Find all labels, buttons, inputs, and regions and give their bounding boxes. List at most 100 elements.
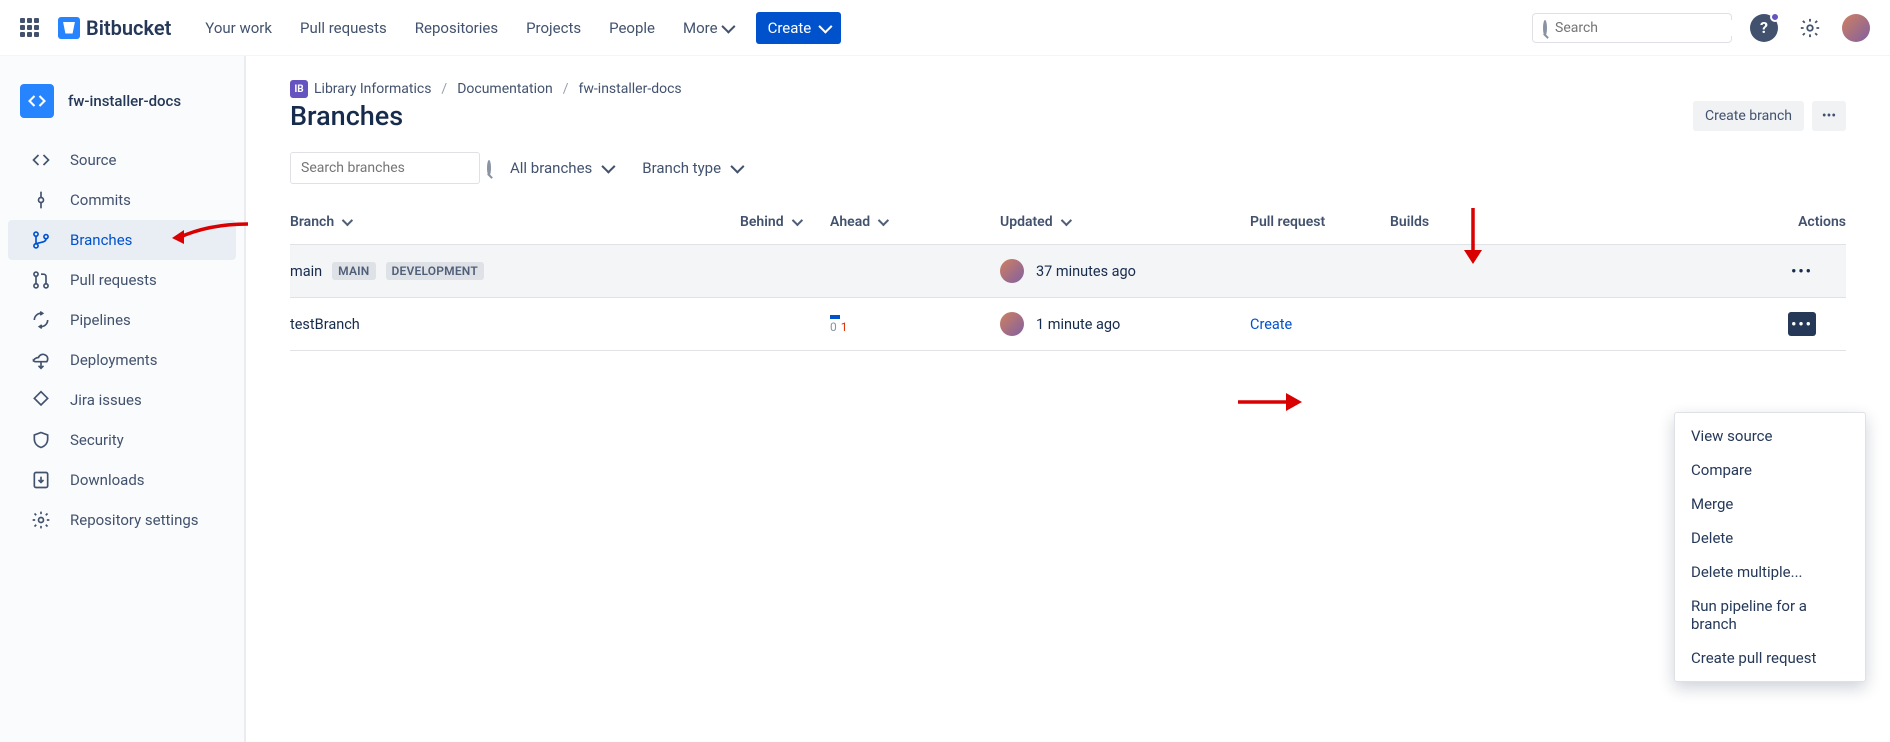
global-search[interactable]: [1532, 13, 1732, 43]
menu-item-view-source[interactable]: View source: [1675, 419, 1865, 453]
sidebar-item-label: Commits: [70, 191, 131, 209]
sidebar-item-label: Repository settings: [70, 511, 199, 529]
avatar[interactable]: [1842, 14, 1870, 42]
menu-item-merge[interactable]: Merge: [1675, 487, 1865, 521]
menu-item-delete[interactable]: Delete: [1675, 521, 1865, 555]
shield-icon: [30, 430, 52, 450]
sidebar-item-download[interactable]: Downloads: [8, 460, 236, 500]
sidebar-item-label: Downloads: [70, 471, 145, 489]
nav-more[interactable]: More: [683, 19, 732, 37]
sidebar-item-label: Deployments: [70, 351, 157, 369]
col-header-ahead[interactable]: Ahead: [830, 214, 1000, 230]
page-actions: Create branch •••: [1693, 101, 1846, 131]
chevron-down-icon: [602, 160, 616, 174]
col-header-behind[interactable]: Behind: [740, 214, 830, 230]
branch-search[interactable]: [290, 152, 480, 184]
sidebar-item-branch[interactable]: Branches: [8, 220, 236, 260]
sidebar-item-shield[interactable]: Security: [8, 420, 236, 460]
sidebar-item-deploy[interactable]: Deployments: [8, 340, 236, 380]
create-branch-button[interactable]: Create branch: [1693, 101, 1804, 131]
help-button[interactable]: ?: [1750, 14, 1778, 42]
sidebar-item-gear[interactable]: Repository settings: [8, 500, 236, 540]
col-label: Builds: [1390, 214, 1429, 230]
create-pull-request-link[interactable]: Create: [1250, 316, 1292, 333]
menu-item-run-pipeline[interactable]: Run pipeline for a branch: [1675, 589, 1865, 641]
breadcrumb-label-2: fw-installer-docs: [579, 81, 682, 97]
menu-item-compare[interactable]: Compare: [1675, 453, 1865, 487]
search-icon: [487, 160, 491, 176]
sidebar-item-code[interactable]: Source: [8, 140, 236, 180]
sidebar-item-label: Pipelines: [70, 311, 131, 329]
filter-type-label: Branch type: [642, 159, 721, 177]
nav-projects[interactable]: Projects: [526, 19, 581, 37]
branch-name[interactable]: testBranch: [290, 316, 360, 333]
gear-icon: [30, 510, 52, 530]
notification-dot-icon: [1770, 12, 1780, 22]
top-right-icons: ?: [1750, 14, 1870, 42]
bitbucket-logo[interactable]: Bitbucket: [58, 16, 171, 40]
branch-name[interactable]: main: [290, 263, 322, 280]
breadcrumb-separator: /: [441, 81, 447, 97]
sidebar-items: Source Commits Branches Pull requests Pipeli…: [0, 138, 244, 542]
nav-more-label: More: [683, 19, 718, 37]
col-header-branch[interactable]: Branch: [290, 214, 740, 230]
filter-all-label: All branches: [510, 159, 592, 177]
breadcrumb: IBLibrary Informatics / Documentation / …: [290, 80, 1846, 98]
create-button-label: Create: [768, 19, 812, 37]
sidebar-item-pull[interactable]: Pull requests: [8, 260, 236, 300]
global-search-input[interactable]: [1555, 20, 1733, 36]
col-label: Pull request: [1250, 214, 1325, 230]
repo-header[interactable]: fw-installer-docs: [0, 74, 244, 138]
ahead-indicator: 01: [830, 315, 848, 334]
breadcrumb-item-2[interactable]: fw-installer-docs: [579, 81, 682, 97]
breadcrumb-separator: /: [563, 81, 569, 97]
breadcrumb-item-0[interactable]: IB Library Informatics: [290, 80, 431, 98]
row-actions-button[interactable]: •••: [1788, 312, 1816, 336]
sidebar-item-commit[interactable]: Commits: [8, 180, 236, 220]
sidebar-item-label: Security: [70, 431, 124, 449]
sidebar: fw-installer-docs Source Commits Branches P…: [0, 56, 246, 742]
chevron-down-icon: [342, 215, 353, 226]
sidebar-item-label: Source: [70, 151, 116, 169]
create-button[interactable]: Create: [756, 12, 842, 44]
col-label: Updated: [1000, 214, 1053, 230]
main-content: IBLibrary Informatics / Documentation / …: [246, 56, 1890, 742]
branches-table: Branch Behind Ahead Updated Pull request…: [290, 204, 1846, 351]
nav-repositories[interactable]: Repositories: [415, 19, 498, 37]
nav-people[interactable]: People: [609, 19, 655, 37]
filter-branch-type[interactable]: Branch type: [642, 159, 741, 177]
menu-item-create-pr[interactable]: Create pull request: [1675, 641, 1865, 675]
filter-all-branches[interactable]: All branches: [510, 159, 612, 177]
sidebar-item-jira[interactable]: Jira issues: [8, 380, 236, 420]
search-icon: [1543, 20, 1547, 36]
col-label: Actions: [1798, 214, 1846, 230]
branch-search-input[interactable]: [301, 160, 479, 176]
repo-name: fw-installer-docs: [68, 92, 181, 110]
chevron-down-icon: [878, 215, 889, 226]
branch-tag: MAIN: [332, 262, 375, 280]
breadcrumb-label-0: Library Informatics: [314, 81, 431, 97]
table-row: mainMAINDEVELOPMENT37 minutes ago•••: [290, 245, 1846, 298]
col-label: Ahead: [830, 214, 870, 230]
breadcrumb-item-1[interactable]: Documentation: [457, 81, 553, 97]
chevron-down-icon: [791, 215, 802, 226]
settings-button[interactable]: [1796, 14, 1824, 42]
primary-nav: Your work Pull requests Repositories Pro…: [205, 19, 731, 37]
col-header-updated[interactable]: Updated: [1000, 214, 1250, 230]
nav-your-work[interactable]: Your work: [205, 19, 272, 37]
app-name: Bitbucket: [86, 16, 171, 40]
gear-icon: [1799, 17, 1821, 39]
table-header: Branch Behind Ahead Updated Pull request…: [290, 204, 1846, 245]
menu-item-delete-multiple[interactable]: Delete multiple...: [1675, 555, 1865, 589]
top-nav: Bitbucket Your work Pull requests Reposi…: [0, 0, 1890, 56]
sidebar-item-label: Pull requests: [70, 271, 157, 289]
avatar: [1000, 259, 1024, 283]
deploy-icon: [30, 350, 52, 370]
more-actions-button[interactable]: •••: [1812, 101, 1846, 131]
row-actions-button[interactable]: •••: [1788, 259, 1816, 283]
nav-pull-requests[interactable]: Pull requests: [300, 19, 387, 37]
sidebar-item-pipe[interactable]: Pipelines: [8, 300, 236, 340]
project-icon: IB: [290, 80, 308, 98]
app-switcher-icon[interactable]: [20, 18, 40, 38]
chevron-down-icon: [1060, 215, 1071, 226]
